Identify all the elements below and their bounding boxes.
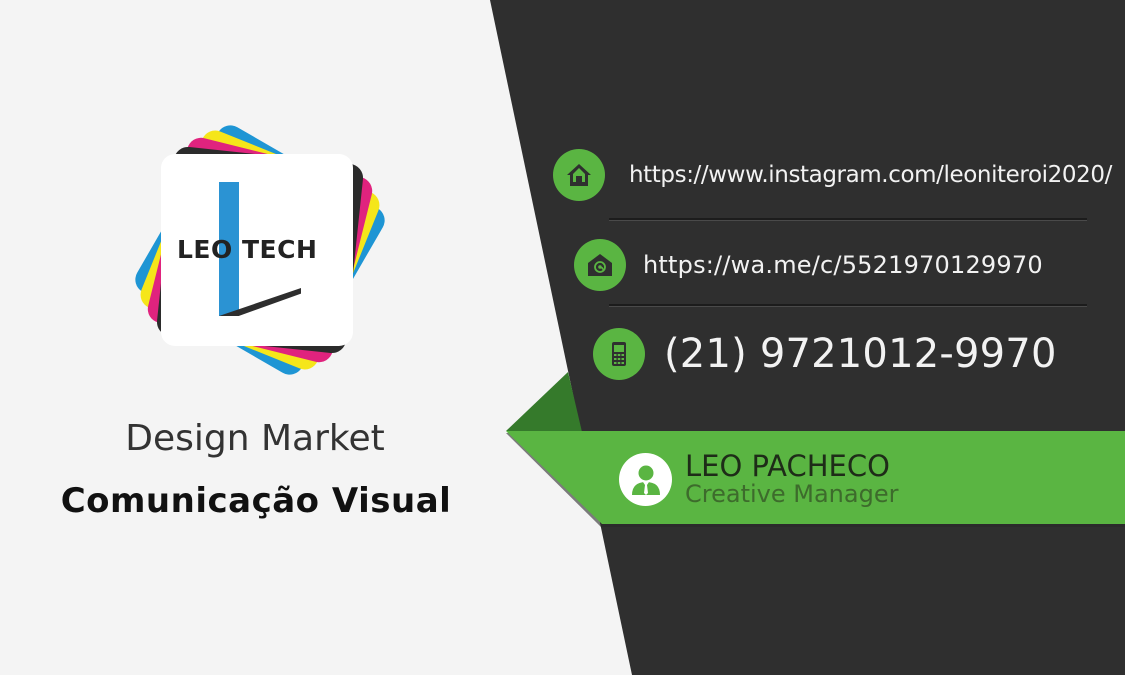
logo: LEO TECH <box>130 118 390 383</box>
divider <box>609 304 1087 307</box>
person-text: LEO PACHECO Creative Manager <box>685 449 899 508</box>
person-block: LEO PACHECO Creative Manager <box>619 452 898 506</box>
tagline: Design Market <box>125 418 385 459</box>
contact-whatsapp[interactable]: https://wa.me/c/5521970129970 <box>574 239 1043 291</box>
email-icon <box>574 239 626 291</box>
subtitle: Comunicação Visual <box>60 481 452 521</box>
logo-text: LEO TECH <box>177 235 318 264</box>
contact-instagram[interactable]: https://www.instagram.com/leoniteroi2020… <box>553 149 1112 201</box>
contact-phone[interactable]: (21) 9721012-9970 <box>593 328 1057 380</box>
logo-face: LEO TECH <box>161 154 353 346</box>
contact-whatsapp-text[interactable]: https://wa.me/c/5521970129970 <box>643 251 1043 279</box>
divider <box>609 218 1087 221</box>
contact-phone-text[interactable]: (21) 9721012-9970 <box>664 331 1057 377</box>
home-icon <box>553 149 605 201</box>
person-title: Creative Manager <box>685 480 899 508</box>
person-name: LEO PACHECO <box>685 449 890 483</box>
contact-instagram-text[interactable]: https://www.instagram.com/leoniteroi2020… <box>629 162 1112 188</box>
user-icon <box>619 452 672 506</box>
business-card: LEO TECH Design Market Comunicação Visua… <box>0 0 1125 675</box>
phone-icon <box>593 328 645 380</box>
